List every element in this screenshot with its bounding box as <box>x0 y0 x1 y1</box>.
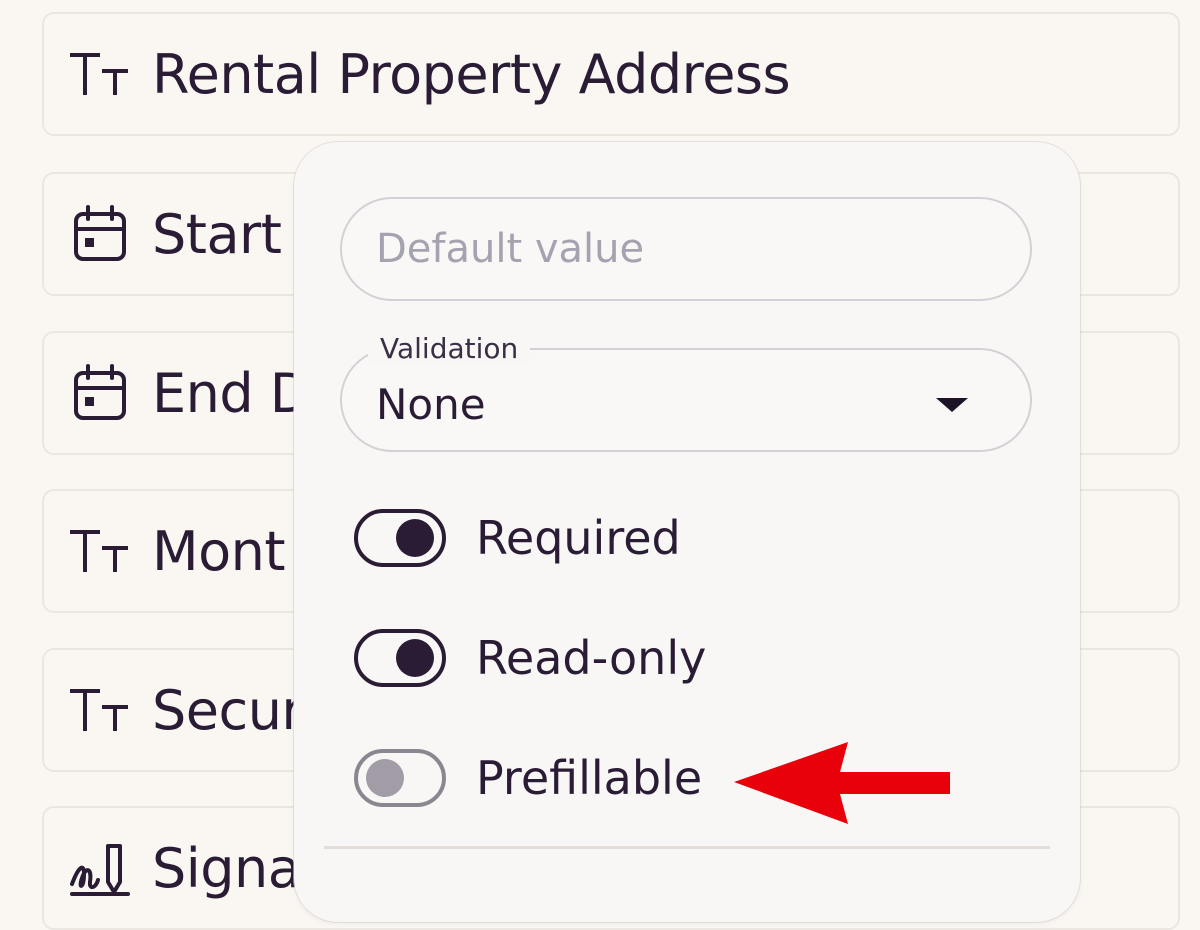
validation-value: None <box>376 379 486 429</box>
default-value-input[interactable] <box>376 226 976 272</box>
popover-divider <box>324 846 1050 849</box>
required-label: Required <box>476 511 681 565</box>
calendar-icon <box>68 202 132 266</box>
field-label: End D <box>152 361 311 425</box>
caret-down-icon[interactable] <box>936 398 968 412</box>
field-row-address[interactable]: Rental Property Address <box>42 12 1180 136</box>
read-only-toggle[interactable] <box>354 629 446 687</box>
red-arrow-annotation <box>734 742 950 824</box>
text-type-icon <box>68 519 132 583</box>
validation-label: Validation <box>368 332 531 365</box>
validation-select[interactable]: Validation None <box>340 332 1032 452</box>
text-type-icon <box>68 42 132 106</box>
read-only-toggle-row[interactable]: Read-only <box>354 626 706 690</box>
field-label: Start <box>152 202 282 266</box>
field-label: Secur <box>152 678 304 742</box>
read-only-label: Read-only <box>476 631 707 685</box>
toggle-knob <box>396 639 434 677</box>
prefillable-label: Prefillable <box>476 751 703 805</box>
field-label: Rental Property Address <box>152 42 791 106</box>
prefillable-toggle[interactable] <box>354 749 446 807</box>
required-toggle[interactable] <box>354 509 446 567</box>
prefillable-toggle-row[interactable]: Prefillable <box>354 746 702 810</box>
signature-icon <box>68 836 132 900</box>
calendar-icon <box>68 361 132 425</box>
text-type-icon <box>68 678 132 742</box>
arrow-shape <box>734 742 950 824</box>
toggle-knob <box>366 759 404 797</box>
required-toggle-row[interactable]: Required <box>354 506 681 570</box>
field-settings-popover: Validation None Required Read-only Prefi… <box>294 142 1080 922</box>
field-label: Mont <box>152 519 286 583</box>
toggle-knob <box>396 519 434 557</box>
default-value-field[interactable] <box>340 197 1032 301</box>
field-label: Signa <box>152 836 301 900</box>
